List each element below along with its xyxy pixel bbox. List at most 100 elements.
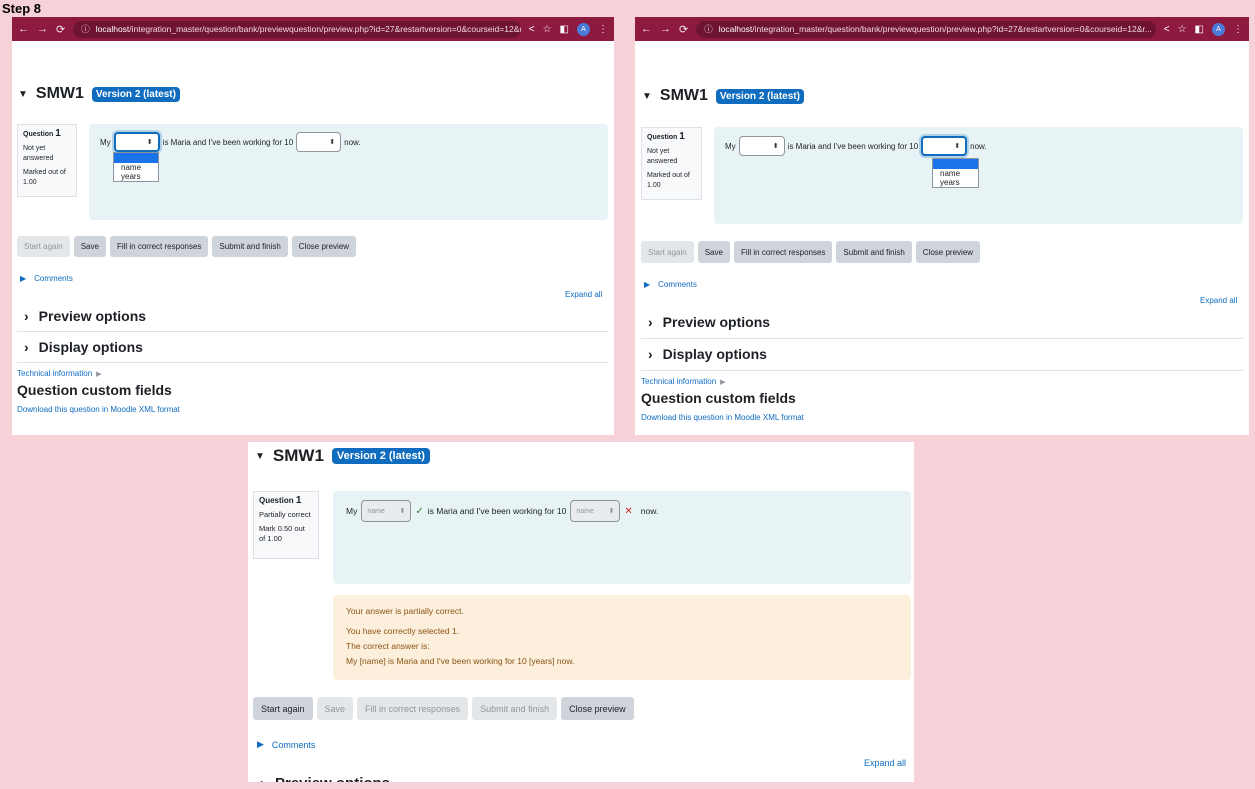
- question-text-end: now.: [970, 141, 987, 151]
- dropdown-option[interactable]: years: [114, 172, 158, 181]
- gap-select-1[interactable]: ⬍: [113, 132, 160, 152]
- gap-select-2[interactable]: ⬍: [296, 132, 342, 152]
- dropdown-highlight[interactable]: [114, 153, 158, 163]
- comments-toggle[interactable]: ▶ Comments: [20, 274, 73, 283]
- chevron-right-icon: ›: [24, 339, 29, 355]
- close-preview-button[interactable]: Close preview: [291, 236, 357, 257]
- question-info: Question 1 Partially correct Mark 0.50 o…: [253, 491, 319, 559]
- caret-down-icon[interactable]: ▼: [18, 89, 28, 100]
- forward-icon[interactable]: →: [660, 23, 671, 35]
- expand-all-link[interactable]: Expand all: [565, 290, 602, 299]
- screenshot-panel-1: ← → ⟳ ⓘ localhost/integration_master/que…: [12, 17, 614, 435]
- preview-options-section[interactable]: › Preview options: [648, 314, 770, 330]
- dropdown-option[interactable]: name: [933, 169, 978, 178]
- gap-select-1-value: name: [367, 507, 385, 515]
- question-title: SMW1: [659, 87, 708, 104]
- question-text-end: now.: [344, 137, 361, 147]
- submit-finish-button[interactable]: Submit and finish: [836, 241, 912, 263]
- comments-toggle[interactable]: ▶ Comments: [257, 739, 315, 750]
- forward-icon[interactable]: →: [37, 23, 48, 35]
- gap-select-1[interactable]: ⬍: [738, 136, 785, 156]
- avatar[interactable]: A: [577, 22, 590, 36]
- reload-icon[interactable]: ⟳: [679, 23, 688, 36]
- dropdown-highlight[interactable]: [933, 159, 978, 169]
- version-badge: Version 2 (latest): [715, 88, 804, 104]
- expand-all-link[interactable]: Expand all: [864, 758, 906, 768]
- divider: [17, 362, 608, 363]
- start-again-button[interactable]: Start again: [253, 697, 313, 720]
- question-formulation: My ⬍ is Maria and I've been working for …: [89, 124, 608, 220]
- question-number: 1: [55, 128, 61, 139]
- screenshot-panel-3: ▼ SMW1 Version 2 (latest) Question 1 Par…: [248, 442, 914, 782]
- divider: [641, 370, 1243, 371]
- star-icon[interactable]: ☆: [543, 24, 552, 35]
- display-options-section[interactable]: › Display options: [24, 339, 143, 355]
- gap-select-2[interactable]: ⬍: [921, 136, 968, 156]
- close-preview-button[interactable]: Close preview: [915, 241, 981, 263]
- feedback-correct-answer: My [name] is Maria and I've been working…: [346, 656, 575, 666]
- caret-down-icon[interactable]: ▼: [255, 451, 265, 462]
- dropdown-option[interactable]: name: [114, 163, 158, 172]
- menu-icon[interactable]: ⋮: [598, 24, 608, 35]
- display-options-section[interactable]: › Display options: [648, 346, 767, 362]
- divider: [641, 338, 1243, 339]
- check-icon: ✓: [415, 505, 424, 517]
- question-number-label: Question: [259, 496, 294, 505]
- menu-icon[interactable]: ⋮: [1233, 24, 1243, 35]
- question-number-label: Question: [23, 131, 54, 138]
- question-mark: Marked out of 1.00: [647, 172, 690, 189]
- save-button[interactable]: Save: [697, 241, 730, 263]
- avatar[interactable]: A: [1212, 22, 1225, 36]
- preview-options-label: Preview options: [275, 775, 390, 782]
- chevron-updown-icon: ⬍: [399, 508, 406, 515]
- save-button[interactable]: Save: [316, 697, 354, 720]
- screenshot-panel-2: ← → ⟳ ⓘ localhost/integration_master/que…: [635, 17, 1249, 435]
- dropdown-list: name years: [113, 152, 159, 182]
- technical-information-link[interactable]: Technical information ▶: [17, 369, 102, 378]
- sidepanel-icon[interactable]: ◧: [1195, 24, 1204, 35]
- fill-correct-button[interactable]: Fill in correct responses: [109, 236, 209, 257]
- reload-icon[interactable]: ⟳: [56, 23, 65, 36]
- star-icon[interactable]: ☆: [1178, 24, 1187, 35]
- feedback-summary: Your answer is partially correct.: [346, 606, 464, 616]
- fill-correct-button[interactable]: Fill in correct responses: [357, 697, 469, 720]
- comments-label: Comments: [34, 274, 73, 283]
- custom-fields-heading: Question custom fields: [641, 390, 796, 406]
- submit-finish-button[interactable]: Submit and finish: [212, 236, 288, 257]
- preview-options-section[interactable]: › Preview options: [24, 308, 146, 324]
- question-title: SMW1: [272, 446, 324, 465]
- comments-toggle[interactable]: ▶ Comments: [644, 280, 697, 289]
- save-button[interactable]: Save: [73, 236, 106, 257]
- start-again-button[interactable]: Start again: [17, 236, 70, 257]
- back-icon[interactable]: ←: [641, 23, 652, 35]
- divider: [17, 331, 608, 332]
- fill-correct-button[interactable]: Fill in correct responses: [733, 241, 833, 263]
- download-xml-link[interactable]: Download this question in Moodle XML for…: [641, 413, 804, 422]
- question-text-end: now.: [640, 506, 659, 516]
- share-icon[interactable]: <: [529, 24, 535, 35]
- address-bar[interactable]: ⓘ localhost/integration_master/question/…: [696, 20, 1156, 38]
- submit-finish-button[interactable]: Submit and finish: [472, 697, 558, 720]
- chevron-updown-icon: ⬍: [608, 508, 615, 515]
- start-again-button[interactable]: Start again: [641, 241, 694, 263]
- dropdown-option[interactable]: years: [933, 178, 978, 187]
- question-info: Question 1 Not yet answered Marked out o…: [17, 124, 77, 197]
- question-number-label: Question: [647, 134, 678, 141]
- back-icon[interactable]: ←: [18, 23, 29, 35]
- share-icon[interactable]: <: [1164, 24, 1170, 35]
- technical-information-link[interactable]: Technical information ▶: [641, 377, 726, 386]
- custom-fields-heading: Question custom fields: [17, 382, 172, 398]
- close-preview-button[interactable]: Close preview: [561, 697, 634, 720]
- chevron-right-icon: ›: [648, 314, 653, 330]
- caret-right-icon: ▶: [20, 274, 27, 283]
- question-status: Not yet answered: [23, 145, 54, 162]
- preview-options-section[interactable]: › Preview options: [260, 775, 390, 782]
- chevron-updown-icon: ⬍: [954, 143, 961, 150]
- download-xml-link[interactable]: Download this question in Moodle XML for…: [17, 405, 180, 414]
- address-bar[interactable]: ⓘ localhost/integration_master/question/…: [73, 20, 521, 38]
- caret-down-icon[interactable]: ▼: [642, 91, 652, 102]
- expand-all-link[interactable]: Expand all: [1200, 296, 1237, 305]
- question-info: Question 1 Not yet answered Marked out o…: [641, 127, 702, 200]
- sidepanel-icon[interactable]: ◧: [560, 24, 569, 35]
- chevron-right-icon: ›: [24, 308, 29, 324]
